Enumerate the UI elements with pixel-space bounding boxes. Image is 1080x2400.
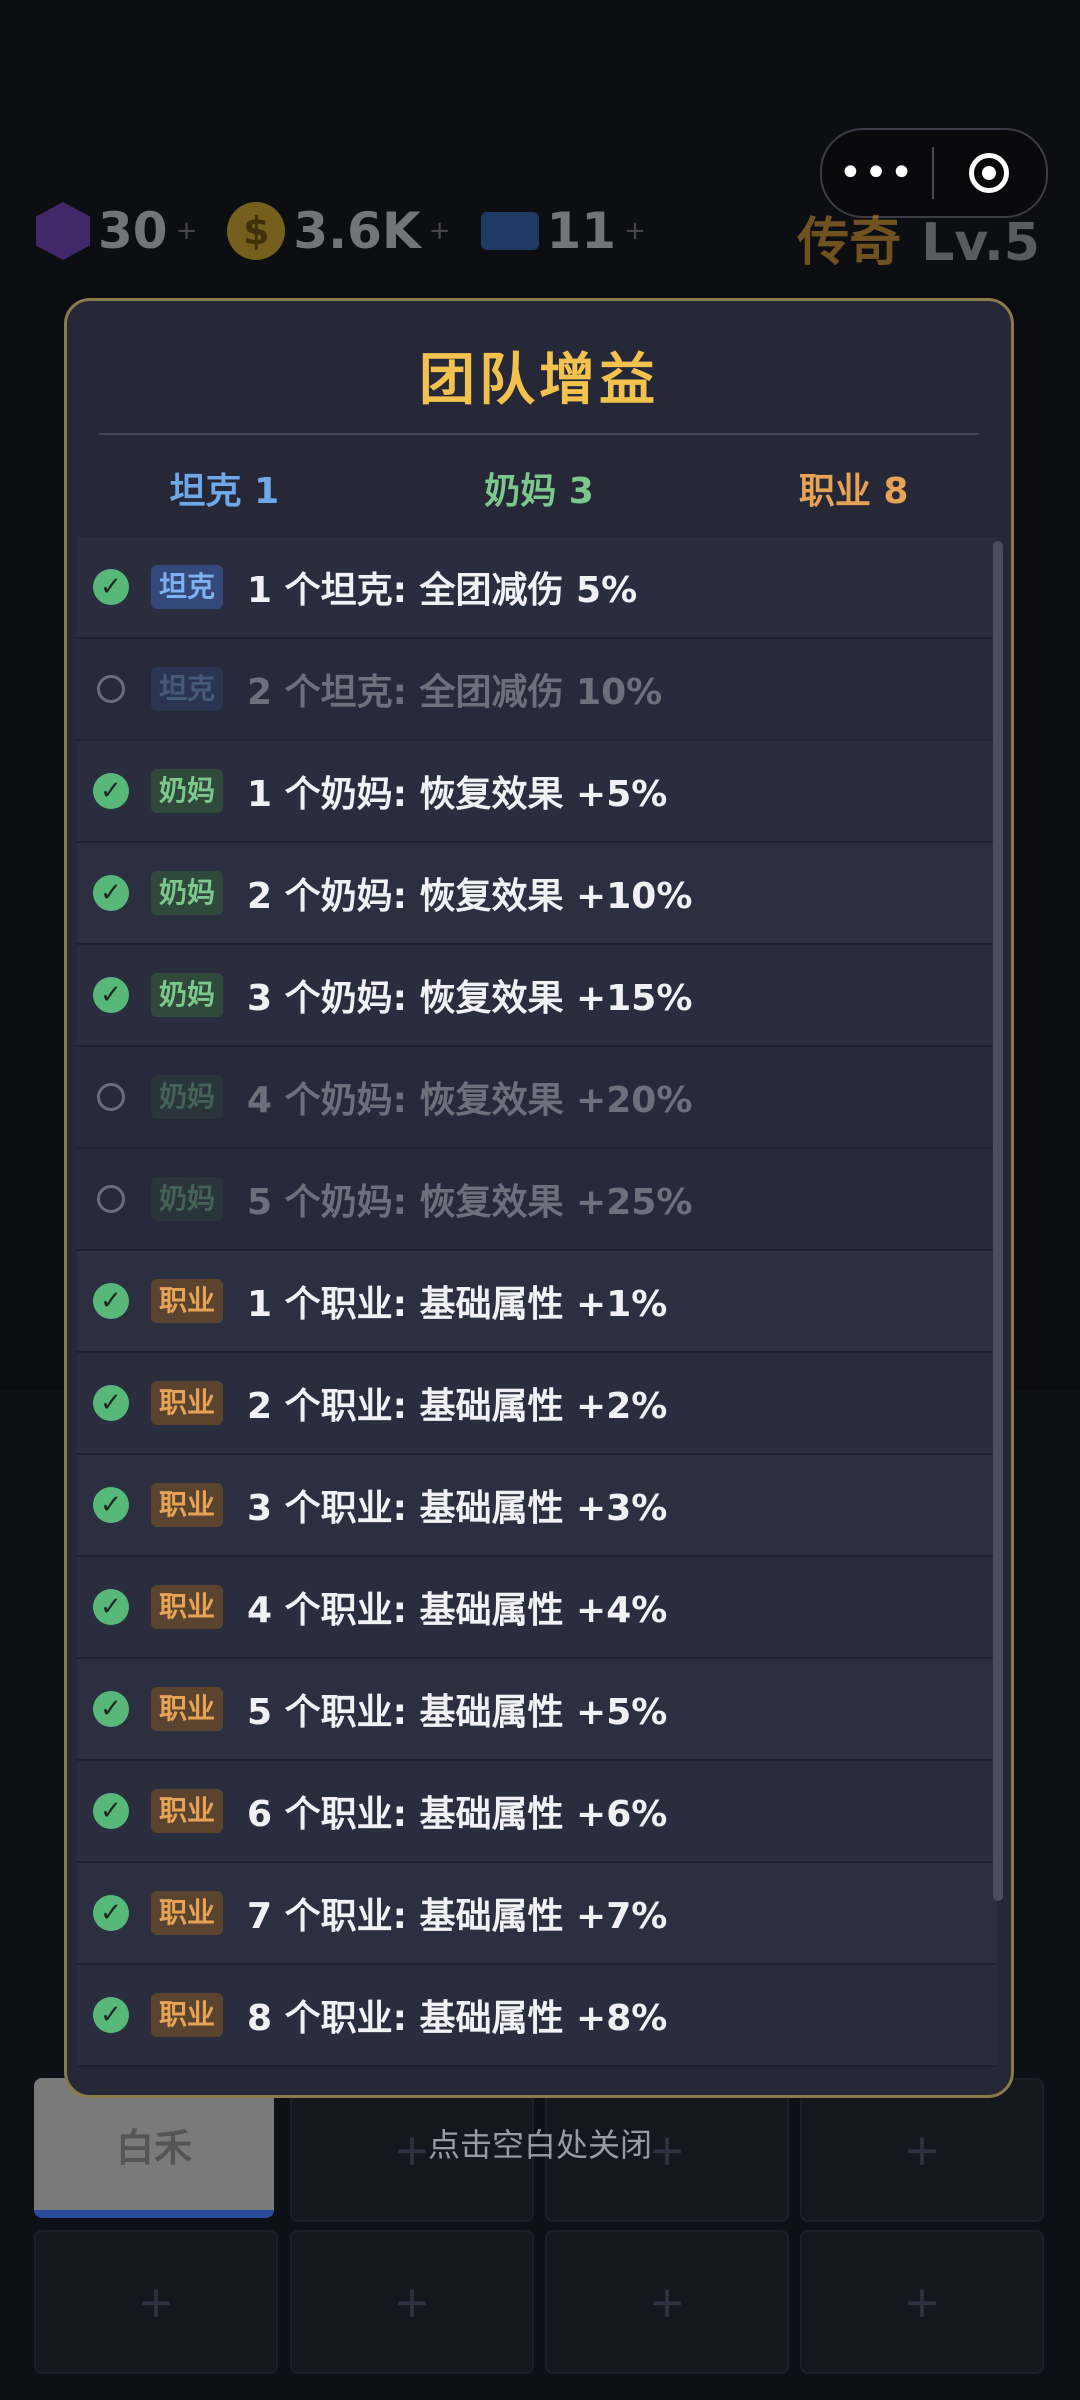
role-tag: 奶妈 — [151, 1075, 224, 1119]
close-hint[interactable]: 点击空白处关闭 — [0, 2120, 1080, 2166]
buff-description: 4 个奶妈: 恢复效果 +20% — [247, 1080, 693, 1121]
buff-description: 2 个坦克: 全团减伤 10% — [247, 672, 663, 713]
empty-slot: + — [290, 2230, 534, 2374]
buff-description: 3 个职业: 基础属性 +3% — [247, 1488, 668, 1529]
empty-circle-icon — [93, 671, 129, 707]
buff-description: 1 个奶妈: 恢复效果 +5% — [247, 774, 668, 815]
role-count-tabs: 坦克 1 奶妈 3 职业 8 — [67, 435, 1011, 541]
buff-description: 2 个奶妈: 恢复效果 +10% — [247, 876, 693, 917]
buff-row: ✓ 奶妈 1 个奶妈: 恢复效果 +5% — [77, 741, 997, 843]
buff-row: ✓ 职业 5 个职业: 基础属性 +5% — [77, 1659, 997, 1761]
role-tag: 奶妈 — [151, 769, 224, 813]
check-circle-icon: ✓ — [93, 977, 129, 1013]
buff-description: 3 个奶妈: 恢复效果 +15% — [247, 978, 693, 1019]
buff-description: 4 个职业: 基础属性 +4% — [247, 1590, 668, 1631]
buff-description: 2 个职业: 基础属性 +2% — [247, 1386, 668, 1427]
empty-circle-icon — [93, 1181, 129, 1217]
buff-description: 8 个职业: 基础属性 +8% — [247, 1998, 668, 2039]
check-circle-icon: ✓ — [93, 875, 129, 911]
role-tag: 职业 — [151, 1279, 224, 1323]
role-tag: 奶妈 — [151, 871, 224, 915]
buff-row: ✓ 职业 8 个职业: 基础属性 +8% — [77, 1965, 997, 2067]
resource-gem[interactable]: 30 + — [36, 202, 197, 260]
role-tag: 职业 — [151, 1687, 224, 1731]
resource-ticket[interactable]: 11 + — [480, 202, 646, 260]
scrollbar[interactable] — [993, 541, 1003, 1901]
team-buff-modal: 团队增益 坦克 1 奶妈 3 职业 8 ✓ 坦克 1 个坦克: 全团减伤 5% 坦克 2… — [64, 298, 1014, 2098]
buff-row: ✓ 坦克 1 个坦克: 全团减伤 5% — [77, 537, 997, 639]
coin-add-icon: + — [428, 216, 451, 246]
buff-row: ✓ 奶妈 2 个奶妈: 恢复效果 +10% — [77, 843, 997, 945]
role-tag: 奶妈 — [151, 1177, 224, 1221]
ticket-icon — [480, 212, 539, 250]
check-circle-icon: ✓ — [93, 1793, 129, 1829]
ticket-count: 11 — [546, 202, 617, 260]
buff-row: ✓ 职业 1 个职业: 基础属性 +1% — [77, 1251, 997, 1353]
empty-slot: + — [800, 2230, 1044, 2374]
more-icon[interactable]: ••• — [822, 150, 932, 196]
modal-title: 团队增益 — [419, 348, 659, 413]
check-circle-icon: ✓ — [93, 1589, 129, 1625]
resource-coin[interactable]: $ 3.6K + — [227, 202, 451, 260]
add-icon: + — [903, 2276, 941, 2328]
buff-description: 1 个职业: 基础属性 +1% — [247, 1284, 668, 1325]
buff-description: 7 个职业: 基础属性 +7% — [247, 1896, 668, 1937]
gem-icon — [36, 202, 90, 260]
buff-row: ✓ 职业 7 个职业: 基础属性 +7% — [77, 1863, 997, 1965]
buff-description: 5 个奶妈: 恢复效果 +25% — [247, 1182, 693, 1223]
buff-description: 6 个职业: 基础属性 +6% — [247, 1794, 668, 1835]
check-circle-icon: ✓ — [93, 1997, 129, 2033]
player-rank: 传奇 Lv.5 — [797, 200, 1040, 275]
empty-slot: + — [545, 2230, 789, 2374]
role-tag: 奶妈 — [151, 973, 224, 1017]
buff-description: 1 个坦克: 全团减伤 5% — [247, 570, 638, 611]
buff-row: 奶妈 4 个奶妈: 恢复效果 +20% — [77, 1047, 997, 1149]
buff-row: ✓ 职业 6 个职业: 基础属性 +6% — [77, 1761, 997, 1863]
empty-slot: + — [34, 2230, 278, 2374]
top-bar: ••• 30 + $ 3.6K + 11 + 传奇 Lv.5 — [0, 0, 1080, 280]
add-icon: + — [137, 2276, 175, 2328]
rank-level: Lv.5 — [921, 213, 1040, 273]
tab-tank[interactable]: 坦克 1 — [67, 462, 382, 514]
buff-row: ✓ 奶妈 3 个奶妈: 恢复效果 +15% — [77, 945, 997, 1047]
target-icon — [969, 153, 1009, 193]
tab-healer[interactable]: 奶妈 3 — [382, 462, 697, 514]
role-tag: 职业 — [151, 1891, 224, 1935]
role-tag: 职业 — [151, 1483, 224, 1527]
resource-bar: 30 + $ 3.6K + 11 + — [36, 196, 646, 266]
check-circle-icon: ✓ — [93, 569, 129, 605]
role-tag: 坦克 — [151, 667, 224, 711]
buff-row: ✓ 职业 4 个职业: 基础属性 +4% — [77, 1557, 997, 1659]
gem-add-icon: + — [175, 216, 198, 246]
check-circle-icon: ✓ — [93, 1283, 129, 1319]
ticket-add-icon: + — [624, 216, 646, 246]
check-circle-icon: ✓ — [93, 1691, 129, 1727]
coin-count: 3.6K — [293, 202, 421, 260]
role-tag: 坦克 — [151, 565, 224, 609]
role-tag: 职业 — [151, 1585, 224, 1629]
role-tag: 职业 — [151, 1993, 224, 2037]
buff-row: 奶妈 5 个奶妈: 恢复效果 +25% — [77, 1149, 997, 1251]
buff-row: ✓ 职业 2 个职业: 基础属性 +2% — [77, 1353, 997, 1455]
add-icon: + — [648, 2276, 686, 2328]
buff-list[interactable]: ✓ 坦克 1 个坦克: 全团减伤 5% 坦克 2 个坦克: 全团减伤 10% ✓ 奶妈 1 个… — [77, 537, 997, 2087]
check-circle-icon: ✓ — [93, 1385, 129, 1421]
check-circle-icon: ✓ — [93, 773, 129, 809]
coin-icon: $ — [227, 202, 286, 260]
add-icon: + — [393, 2276, 431, 2328]
close-miniprogram-button[interactable] — [934, 153, 1044, 193]
check-circle-icon: ✓ — [93, 1895, 129, 1931]
check-circle-icon: ✓ — [93, 1487, 129, 1523]
empty-circle-icon — [93, 1079, 129, 1115]
buff-description: 5 个职业: 基础属性 +5% — [247, 1692, 668, 1733]
gem-count: 30 — [98, 202, 168, 260]
role-tag: 职业 — [151, 1381, 224, 1425]
buff-row: 坦克 2 个坦克: 全团减伤 10% — [77, 639, 997, 741]
buff-row: ✓ 职业 3 个职业: 基础属性 +3% — [77, 1455, 997, 1557]
tab-class[interactable]: 职业 8 — [696, 462, 1011, 514]
role-tag: 职业 — [151, 1789, 224, 1833]
rank-name: 传奇 — [797, 213, 902, 273]
